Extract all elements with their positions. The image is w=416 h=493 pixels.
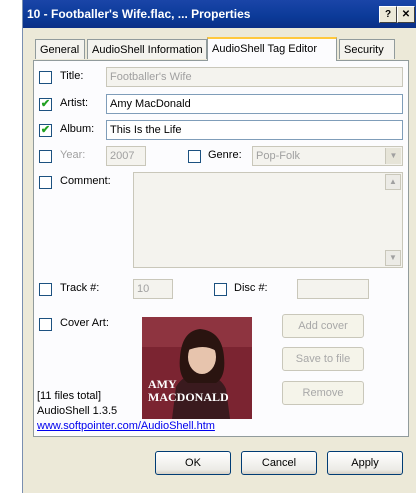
album-checkbox[interactable]: ✔: [39, 124, 52, 137]
cover-art-image: AMY MACDONALD: [142, 317, 252, 419]
track-checkbox[interactable]: [39, 283, 52, 296]
version-text: AudioShell 1.3.5: [37, 405, 118, 417]
genre-value: Pop-Folk: [256, 150, 301, 162]
album-field[interactable]: This Is the Life: [106, 120, 403, 140]
softpointer-link[interactable]: www.softpointer.com/AudioShell.htm: [37, 420, 215, 432]
save-to-file-button[interactable]: Save to file: [282, 347, 364, 371]
properties-dialog: 10 - Footballer's Wife.flac, ... Propert…: [22, 0, 416, 493]
tab-security[interactable]: Security: [339, 39, 395, 59]
album-label: Album:: [60, 123, 95, 135]
window-title: 10 - Footballer's Wife.flac, ... Propert…: [27, 7, 251, 21]
comment-label: Comment:: [60, 175, 111, 187]
help-button[interactable]: ?: [379, 6, 397, 23]
track-label: Track #:: [60, 282, 100, 294]
cancel-button[interactable]: Cancel: [241, 451, 317, 475]
comment-checkbox[interactable]: [39, 176, 52, 189]
tag-editor-panel: Title: Footballer's Wife ✔ Artist: Amy M…: [33, 60, 409, 437]
remove-cover-button[interactable]: Remove: [282, 381, 364, 405]
disc-label: Disc #:: [234, 282, 268, 294]
year-checkbox[interactable]: [39, 150, 52, 163]
chevron-down-icon[interactable]: ▼: [385, 148, 401, 164]
tab-general[interactable]: General: [35, 39, 85, 59]
scroll-down-icon[interactable]: ▼: [385, 250, 401, 266]
scroll-up-icon[interactable]: ▲: [385, 174, 401, 190]
disc-field[interactable]: [297, 279, 369, 299]
files-total-text: [11 files total]: [37, 390, 101, 402]
cover-artist-line2: MACDONALD: [148, 390, 229, 404]
title-bar[interactable]: 10 - Footballer's Wife.flac, ... Propert…: [23, 0, 416, 28]
tab-audioshell-tag-editor[interactable]: AudioShell Tag Editor: [207, 37, 337, 61]
title-checkbox[interactable]: [39, 71, 52, 84]
artist-checkbox[interactable]: ✔: [39, 98, 52, 111]
comment-field[interactable]: ▲ ▼: [133, 172, 403, 268]
title-label: Title:: [60, 70, 84, 82]
tab-audioshell-information[interactable]: AudioShell Information: [87, 39, 207, 59]
genre-dropdown[interactable]: Pop-Folk ▼: [252, 146, 403, 166]
ok-button[interactable]: OK: [155, 451, 231, 475]
disc-checkbox[interactable]: [214, 283, 227, 296]
track-field[interactable]: 10: [133, 279, 173, 299]
cover-art-checkbox[interactable]: [39, 318, 52, 331]
close-button[interactable]: ✕: [397, 6, 415, 23]
artist-field[interactable]: Amy MacDonald: [106, 94, 403, 114]
year-field[interactable]: 2007: [106, 146, 146, 166]
artist-label: Artist:: [60, 97, 89, 109]
cover-art-label: Cover Art:: [60, 317, 109, 329]
genre-checkbox[interactable]: [188, 150, 201, 163]
genre-label: Genre:: [208, 149, 242, 161]
title-field[interactable]: Footballer's Wife: [106, 67, 403, 87]
add-cover-button[interactable]: Add cover: [282, 314, 364, 338]
year-label: Year:: [60, 149, 86, 161]
apply-button[interactable]: Apply: [327, 451, 403, 475]
